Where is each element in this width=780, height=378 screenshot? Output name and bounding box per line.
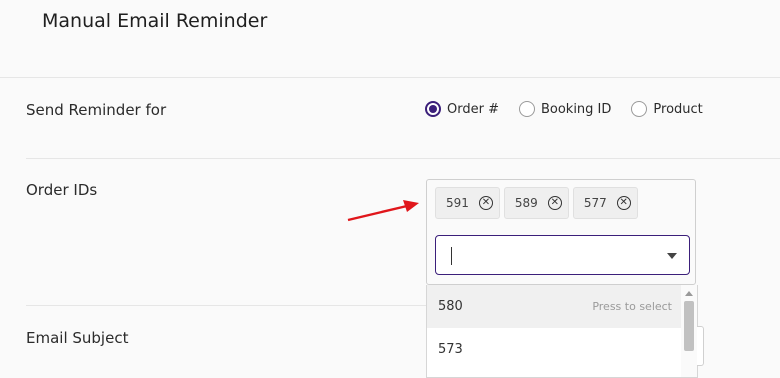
dropdown-option[interactable]: 580 Press to select <box>427 285 682 328</box>
option-value: 580 <box>438 299 463 314</box>
scrollbar-thumb[interactable] <box>684 301 694 351</box>
order-ids-multiselect[interactable]: 591 ✕ 589 ✕ 577 ✕ <box>426 179 696 285</box>
radio-checked-icon <box>425 101 441 117</box>
order-search-input[interactable] <box>435 235 690 275</box>
radio-booking-id-label: Booking ID <box>540 101 612 117</box>
divider <box>26 305 426 306</box>
scrollbar[interactable] <box>681 285 697 377</box>
option-hint: Press to select <box>592 300 672 313</box>
chevron-down-icon[interactable] <box>667 253 677 259</box>
radio-unchecked-icon <box>518 101 535 117</box>
selected-chips: 591 ✕ 589 ✕ 577 ✕ <box>435 187 642 219</box>
email-subject-label: Email Subject <box>26 329 129 347</box>
annotation-arrow-icon <box>347 200 419 222</box>
radio-product-label: Product <box>653 101 703 117</box>
remove-chip-icon[interactable]: ✕ <box>478 196 493 210</box>
remove-chip-icon[interactable]: ✕ <box>547 196 562 210</box>
page-title: Manual Email Reminder <box>42 10 268 32</box>
radio-product[interactable]: Product <box>631 101 703 117</box>
send-reminder-label: Send Reminder for <box>26 101 167 119</box>
text-cursor <box>451 247 452 265</box>
remove-chip-icon[interactable]: ✕ <box>616 196 631 210</box>
chip-order-577: 577 ✕ <box>572 187 638 219</box>
radio-unchecked-icon <box>631 101 648 117</box>
chip-order-591: 591 ✕ <box>435 187 500 219</box>
chip-label: 589 <box>514 196 538 210</box>
order-ids-label: Order IDs <box>26 181 98 199</box>
dropdown-options-list: 580 Press to select 573 <box>426 285 698 378</box>
scroll-up-icon[interactable] <box>685 291 693 296</box>
radio-order-label: Order # <box>447 101 499 117</box>
divider <box>0 77 780 78</box>
email-subject-input[interactable] <box>697 326 704 366</box>
option-value: 573 <box>438 342 463 357</box>
chip-label: 591 <box>446 196 469 210</box>
dropdown-option[interactable]: 573 <box>427 328 682 371</box>
chip-order-589: 589 ✕ <box>503 187 569 219</box>
divider <box>26 158 780 159</box>
reminder-type-radio-group: Order # Booking ID Product <box>425 101 723 117</box>
radio-order[interactable]: Order # <box>425 101 499 117</box>
radio-booking-id[interactable]: Booking ID <box>518 101 612 117</box>
chip-label: 577 <box>583 196 607 210</box>
